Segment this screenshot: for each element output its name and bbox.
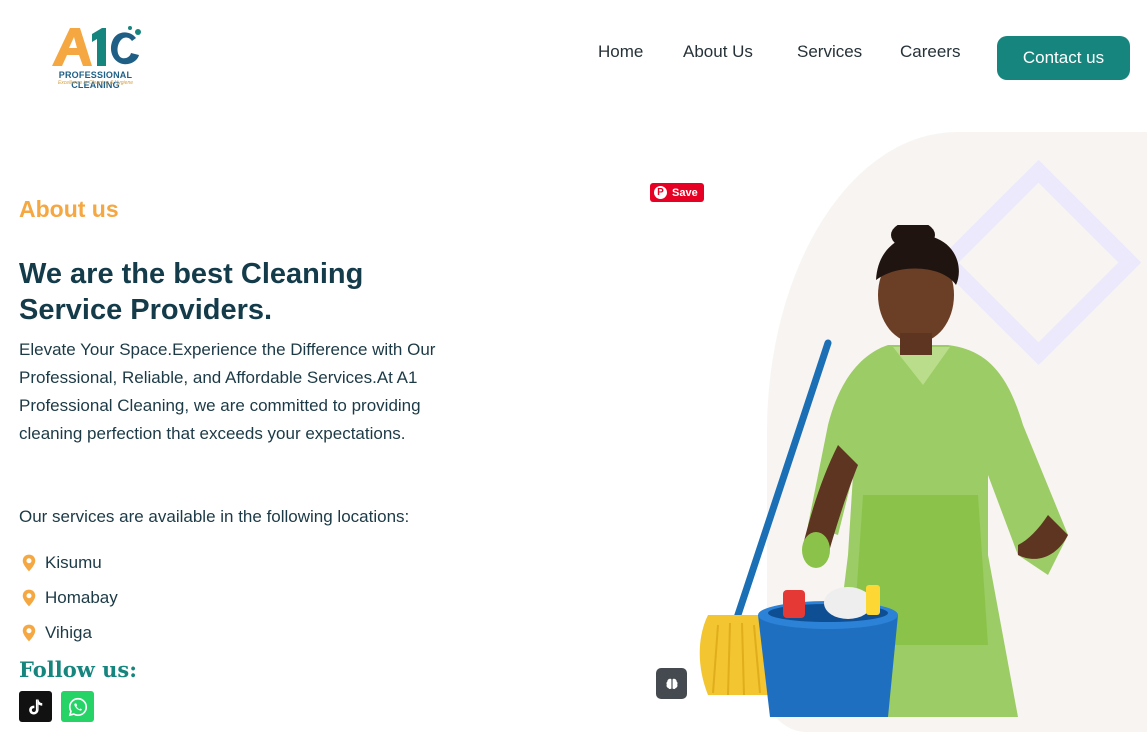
hero-cleaner-image bbox=[699, 225, 1068, 717]
location-label: Homabay bbox=[45, 588, 118, 607]
follow-us-heading: Follow us: bbox=[19, 657, 137, 682]
nav-careers[interactable]: Careers bbox=[900, 42, 960, 66]
location-item: Homabay bbox=[19, 586, 118, 610]
contact-us-label: Contact us bbox=[1022, 48, 1105, 67]
contact-us-button[interactable]: Contact us bbox=[997, 36, 1130, 80]
nav-careers-label: Careers bbox=[900, 42, 961, 61]
location-label: Vihiga bbox=[45, 623, 92, 642]
tiktok-icon bbox=[28, 697, 46, 714]
nav-about-us[interactable]: About Us bbox=[683, 42, 753, 66]
map-pin-icon bbox=[22, 624, 36, 642]
site-logo[interactable]: PROFESSIONAL CLEANING Excellence in Clea… bbox=[38, 24, 153, 90]
whatsapp-icon bbox=[68, 697, 87, 716]
page-headline: We are the best Cleaning Service Provide… bbox=[19, 258, 364, 326]
map-pin-icon bbox=[22, 589, 36, 607]
whatsapp-link[interactable] bbox=[61, 691, 94, 722]
intro-paragraph: Elevate Your Space.Experience the Differ… bbox=[19, 340, 436, 443]
pinterest-save-button[interactable]: P Save bbox=[650, 183, 704, 202]
nav-services[interactable]: Services bbox=[797, 42, 862, 66]
pinterest-icon: P bbox=[654, 186, 667, 199]
accessibility-assistant-button[interactable] bbox=[656, 668, 687, 699]
logo-tagline: Excellence in Cleaning & Hygiene bbox=[57, 80, 134, 86]
pinterest-save-label: Save bbox=[672, 186, 698, 199]
nav-home[interactable]: Home bbox=[598, 42, 643, 66]
brain-icon bbox=[665, 678, 678, 689]
map-pin-icon bbox=[22, 554, 36, 572]
nav-about-us-label: About Us bbox=[683, 42, 753, 61]
logo-mark-icon bbox=[52, 26, 141, 66]
location-item: Vihiga bbox=[19, 621, 92, 645]
location-item: Kisumu bbox=[19, 551, 102, 575]
location-label: Kisumu bbox=[45, 553, 102, 572]
locations-intro: Our services are available in the follow… bbox=[19, 507, 410, 526]
section-eyebrow: About us bbox=[19, 196, 119, 222]
nav-home-label: Home bbox=[598, 42, 644, 61]
nav-services-label: Services bbox=[797, 42, 863, 61]
tiktok-link[interactable] bbox=[19, 691, 52, 722]
